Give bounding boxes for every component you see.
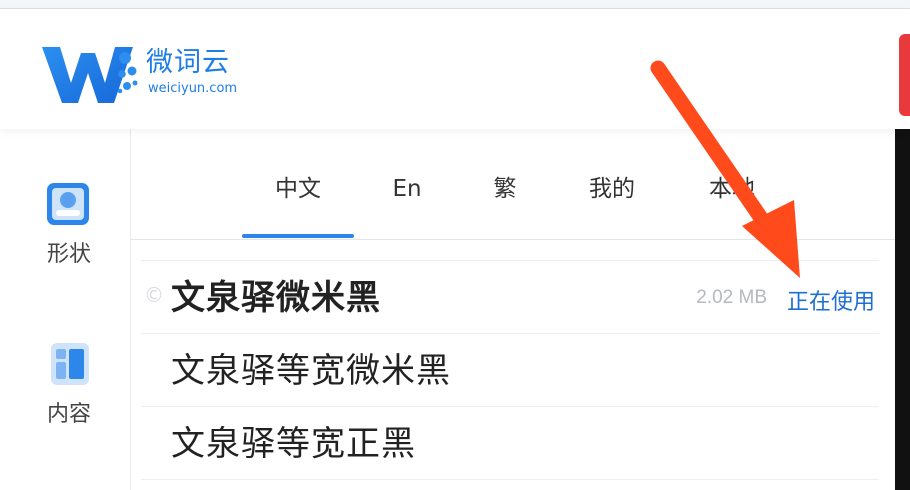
header-red-button-edge[interactable] — [899, 34, 910, 116]
header: 微词云 weiciyun.com — [0, 9, 910, 129]
font-row[interactable]: 文泉驿等宽微米黑 — [141, 334, 879, 407]
copyright-mark: © — [144, 283, 164, 307]
active-tab-indicator — [242, 234, 354, 238]
logo-domain: weiciyun.com — [148, 81, 238, 96]
right-dark-edge — [895, 129, 910, 490]
logo-name: 微词云 — [146, 47, 230, 78]
sidebar-item-content[interactable]: 内容 — [0, 332, 130, 462]
language-tabs: 中文 En 繁 我的 本地 — [131, 129, 895, 240]
sidebar-item-label: 内容 — [46, 402, 91, 427]
font-name: 文泉驿等宽微米黑 — [171, 351, 451, 391]
shape-icon — [44, 180, 92, 228]
font-name: 文泉驿等宽正黑 — [171, 424, 416, 464]
tab-english[interactable]: En — [369, 169, 445, 209]
sidebar: 形状 内容 — [0, 129, 131, 490]
font-file-size: 2.02 MB — [696, 287, 767, 308]
weiciyun-logo-icon[interactable] — [40, 41, 140, 107]
font-row[interactable]: 文泉驿等宽正黑 — [141, 407, 879, 480]
tab-local[interactable]: 本地 — [682, 169, 782, 209]
font-panel: 中文 En 繁 我的 本地 © 文泉驿微米黑 2.02 MB 正在使用 文泉驿等… — [131, 129, 895, 490]
tab-mine[interactable]: 我的 — [567, 169, 657, 209]
sidebar-item-shape[interactable]: 形状 — [0, 172, 130, 302]
font-name: 文泉驿微米黑 — [171, 278, 381, 318]
sidebar-item-label: 形状 — [46, 242, 91, 267]
font-status-in-use: 正在使用 — [786, 290, 875, 315]
tab-chinese[interactable]: 中文 — [242, 169, 354, 209]
browser-top-edge — [0, 0, 910, 9]
font-row-active[interactable]: © 文泉驿微米黑 2.02 MB 正在使用 — [141, 261, 879, 334]
content-layout-icon — [49, 340, 91, 388]
tab-traditional[interactable]: 繁 — [465, 169, 545, 209]
